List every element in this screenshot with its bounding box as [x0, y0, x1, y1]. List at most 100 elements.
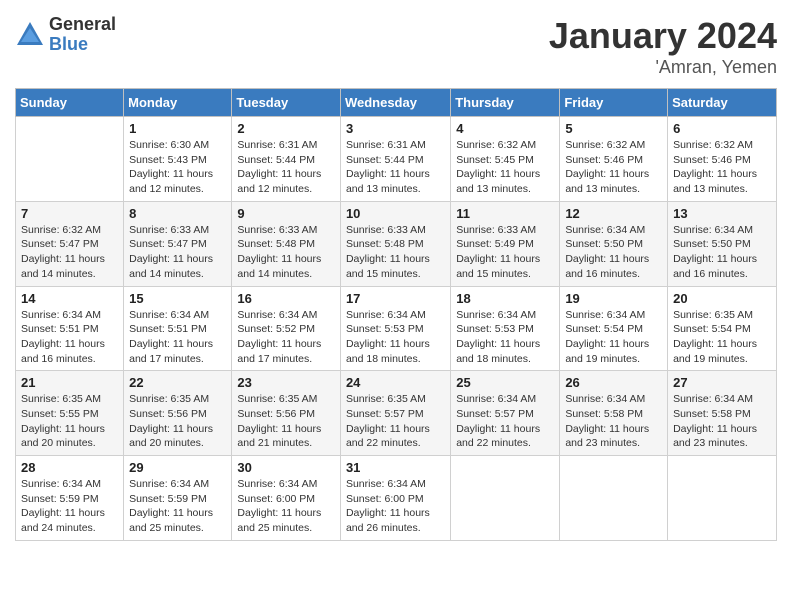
day-number: 16: [237, 291, 335, 306]
day-info: Sunrise: 6:34 AM Sunset: 5:51 PM Dayligh…: [129, 308, 226, 367]
day-number: 15: [129, 291, 226, 306]
day-number: 29: [129, 460, 226, 475]
day-info: Sunrise: 6:34 AM Sunset: 5:53 PM Dayligh…: [456, 308, 554, 367]
day-number: 22: [129, 375, 226, 390]
week-row-4: 21Sunrise: 6:35 AM Sunset: 5:55 PM Dayli…: [16, 371, 777, 456]
calendar-cell: 21Sunrise: 6:35 AM Sunset: 5:55 PM Dayli…: [16, 371, 124, 456]
day-number: 10: [346, 206, 445, 221]
header-cell-monday: Monday: [124, 89, 232, 117]
calendar-cell: 28Sunrise: 6:34 AM Sunset: 5:59 PM Dayli…: [16, 456, 124, 541]
day-info: Sunrise: 6:34 AM Sunset: 5:51 PM Dayligh…: [21, 308, 118, 367]
day-number: 13: [673, 206, 771, 221]
calendar-cell: 15 Sunrise: 6:34 AM Sunset: 5:51 PM Dayli…: [124, 286, 232, 371]
day-number: 24: [346, 375, 445, 390]
day-info: Sunrise: 6:34 AM Sunset: 5:54 PM Dayligh…: [565, 308, 662, 367]
calendar-cell: 8 Sunrise: 6:33 AM Sunset: 5:47 PM Daylig…: [124, 201, 232, 286]
day-info: Sunrise: 6:30 AM Sunset: 5:43 PM Dayligh…: [129, 138, 226, 197]
header-cell-tuesday: Tuesday: [232, 89, 341, 117]
calendar-cell: 2Sunrise: 6:31 AM Sunset: 5:44 PM Daylig…: [232, 117, 341, 202]
calendar-cell: 20Sunrise: 6:35 AM Sunset: 5:54 PM Dayli…: [668, 286, 777, 371]
calendar-cell: 11 Sunrise: 6:33 AM Sunset: 5:49 PM Dayli…: [451, 201, 560, 286]
day-info: Sunrise: 6:31 AM Sunset: 5:44 PM Dayligh…: [237, 138, 335, 197]
week-row-3: 14 Sunrise: 6:34 AM Sunset: 5:51 PM Dayli…: [16, 286, 777, 371]
header-cell-friday: Friday: [560, 89, 668, 117]
calendar-cell: 9 Sunrise: 6:33 AM Sunset: 5:48 PM Daylig…: [232, 201, 341, 286]
day-info: Sunrise: 6:32 AM Sunset: 5:47 PM Dayligh…: [21, 223, 118, 282]
day-number: 18: [456, 291, 554, 306]
calendar-cell: 1 Sunrise: 6:30 AM Sunset: 5:43 PM Daylig…: [124, 117, 232, 202]
calendar-cell: 31Sunrise: 6:34 AM Sunset: 6:00 PM Dayli…: [340, 456, 450, 541]
day-number: 3: [346, 121, 445, 136]
calendar-cell: 23 Sunrise: 6:35 AM Sunset: 5:56 PM Dayli…: [232, 371, 341, 456]
calendar-cell: 17 Sunrise: 6:34 AM Sunset: 5:53 PM Dayli…: [340, 286, 450, 371]
day-info: Sunrise: 6:34 AM Sunset: 5:58 PM Dayligh…: [565, 392, 662, 451]
day-number: 7: [21, 206, 118, 221]
day-number: 31: [346, 460, 445, 475]
day-number: 9: [237, 206, 335, 221]
day-number: 20: [673, 291, 771, 306]
day-number: 23: [237, 375, 335, 390]
day-number: 11: [456, 206, 554, 221]
day-info: Sunrise: 6:33 AM Sunset: 5:48 PM Dayligh…: [346, 223, 445, 282]
day-info: Sunrise: 6:34 AM Sunset: 5:58 PM Dayligh…: [673, 392, 771, 451]
calendar-cell: 18 Sunrise: 6:34 AM Sunset: 5:53 PM Dayli…: [451, 286, 560, 371]
calendar-cell: 6Sunrise: 6:32 AM Sunset: 5:46 PM Daylig…: [668, 117, 777, 202]
day-info: Sunrise: 6:32 AM Sunset: 5:46 PM Dayligh…: [565, 138, 662, 197]
calendar-cell: 30 Sunrise: 6:34 AM Sunset: 6:00 PM Dayli…: [232, 456, 341, 541]
location-title: 'Amran, Yemen: [549, 57, 777, 78]
calendar-cell: 13 Sunrise: 6:34 AM Sunset: 5:50 PM Dayli…: [668, 201, 777, 286]
header-row: SundayMondayTuesdayWednesdayThursdayFrid…: [16, 89, 777, 117]
week-row-1: 1 Sunrise: 6:30 AM Sunset: 5:43 PM Daylig…: [16, 117, 777, 202]
day-number: 27: [673, 375, 771, 390]
calendar-cell: 3 Sunrise: 6:31 AM Sunset: 5:44 PM Daylig…: [340, 117, 450, 202]
day-info: Sunrise: 6:34 AM Sunset: 5:50 PM Dayligh…: [673, 223, 771, 282]
calendar-cell: 26 Sunrise: 6:34 AM Sunset: 5:58 PM Dayli…: [560, 371, 668, 456]
day-info: Sunrise: 6:31 AM Sunset: 5:44 PM Dayligh…: [346, 138, 445, 197]
day-info: Sunrise: 6:33 AM Sunset: 5:47 PM Dayligh…: [129, 223, 226, 282]
day-number: 12: [565, 206, 662, 221]
calendar-cell: [560, 456, 668, 541]
day-number: 21: [21, 375, 118, 390]
day-info: Sunrise: 6:34 AM Sunset: 5:59 PM Dayligh…: [129, 477, 226, 536]
title-block: January 2024 'Amran, Yemen: [549, 15, 777, 78]
logo-text: General Blue: [49, 15, 116, 55]
day-number: 5: [565, 121, 662, 136]
day-number: 30: [237, 460, 335, 475]
week-row-5: 28 Sunrise: 6:34 AM Sunset: 5:59 PM Dayli…: [16, 456, 777, 541]
day-number: 1: [129, 121, 226, 136]
day-info: Sunrise: 6:32 AM Sunset: 5:46 PM Dayligh…: [673, 138, 771, 197]
calendar-header: SundayMondayTuesdayWednesdayThursdayFrid…: [16, 89, 777, 117]
calendar-cell: 12 Sunrise: 6:34 AM Sunset: 5:50 PM Dayli…: [560, 201, 668, 286]
day-info: Sunrise: 6:34 AM Sunset: 5:53 PM Dayligh…: [346, 308, 445, 367]
calendar-cell: 25Sunrise: 6:34 AM Sunset: 5:57 PM Dayli…: [451, 371, 560, 456]
day-info: Sunrise: 6:34 AM Sunset: 5:50 PM Dayligh…: [565, 223, 662, 282]
logo: General Blue: [15, 15, 116, 55]
logo-general-text: General: [49, 15, 116, 35]
header-cell-thursday: Thursday: [451, 89, 560, 117]
calendar-cell: 22Sunrise: 6:35 AM Sunset: 5:56 PM Dayli…: [124, 371, 232, 456]
calendar-cell: [16, 117, 124, 202]
day-info: Sunrise: 6:35 AM Sunset: 5:57 PM Dayligh…: [346, 392, 445, 451]
calendar-cell: [451, 456, 560, 541]
day-info: Sunrise: 6:32 AM Sunset: 5:45 PM Dayligh…: [456, 138, 554, 197]
day-info: Sunrise: 6:34 AM Sunset: 6:00 PM Dayligh…: [237, 477, 335, 536]
calendar-cell: 29 Sunrise: 6:34 AM Sunset: 5:59 PM Dayli…: [124, 456, 232, 541]
calendar-body: 1 Sunrise: 6:30 AM Sunset: 5:43 PM Daylig…: [16, 117, 777, 541]
logo-icon: [15, 20, 45, 50]
calendar-cell: [668, 456, 777, 541]
day-number: 14: [21, 291, 118, 306]
day-number: 26: [565, 375, 662, 390]
day-number: 8: [129, 206, 226, 221]
day-number: 28: [21, 460, 118, 475]
calendar-cell: 7 Sunrise: 6:32 AM Sunset: 5:47 PM Daylig…: [16, 201, 124, 286]
day-number: 17: [346, 291, 445, 306]
day-info: Sunrise: 6:33 AM Sunset: 5:49 PM Dayligh…: [456, 223, 554, 282]
calendar-cell: 10 Sunrise: 6:33 AM Sunset: 5:48 PM Dayli…: [340, 201, 450, 286]
day-info: Sunrise: 6:33 AM Sunset: 5:48 PM Dayligh…: [237, 223, 335, 282]
calendar-cell: 16Sunrise: 6:34 AM Sunset: 5:52 PM Dayli…: [232, 286, 341, 371]
page-header: General Blue January 2024 'Amran, Yemen: [15, 15, 777, 78]
day-info: Sunrise: 6:35 AM Sunset: 5:56 PM Dayligh…: [237, 392, 335, 451]
calendar-cell: 5 Sunrise: 6:32 AM Sunset: 5:46 PM Daylig…: [560, 117, 668, 202]
calendar-cell: 27 Sunrise: 6:34 AM Sunset: 5:58 PM Dayli…: [668, 371, 777, 456]
day-info: Sunrise: 6:34 AM Sunset: 5:57 PM Dayligh…: [456, 392, 554, 451]
